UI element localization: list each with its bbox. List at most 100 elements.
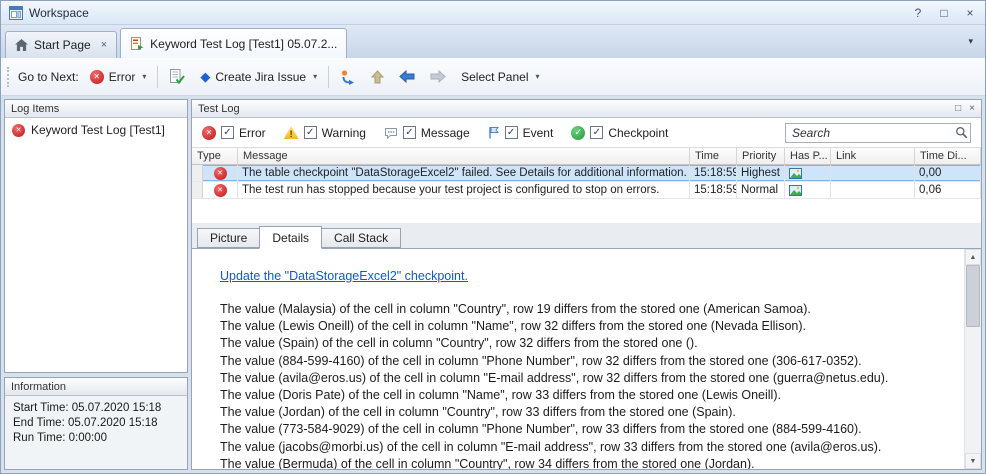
test-log-title: Test Log	[198, 103, 240, 115]
jump-arrow-icon	[340, 69, 356, 85]
tab-close-icon[interactable]: ×	[101, 39, 107, 51]
event-flag-icon	[488, 126, 500, 139]
message-checkbox[interactable]: ✓	[403, 126, 416, 139]
column-header-time[interactable]: Time	[690, 148, 737, 164]
tab-keyword-test-log[interactable]: Keyword Test Log [Test1] 05.07.2...	[120, 28, 347, 58]
select-panel-button[interactable]: Select Panel ▾	[457, 67, 543, 87]
error-button-label: Error	[109, 70, 136, 84]
window-title: Workspace	[29, 6, 89, 20]
time-cell: 15:18:59	[690, 182, 737, 198]
tab-details[interactable]: Details	[259, 226, 322, 249]
detail-line: The value (Jordan) of the cell in column…	[220, 404, 941, 421]
information-panel: Information Start Time: 05.07.2020 15:18…	[4, 377, 188, 470]
filter-label: Warning	[322, 126, 366, 140]
row-indicator	[192, 165, 203, 181]
tree-item-keyword-test-log[interactable]: ✕ Keyword Test Log [Test1]	[8, 122, 184, 138]
start-time-text: Start Time: 05.07.2020 15:18	[13, 402, 179, 414]
detail-line: The value (884-599-4160) of the cell in …	[220, 353, 941, 370]
error-icon: ✕	[214, 167, 227, 180]
vertical-scrollbar[interactable]: ▲ ▼	[964, 249, 981, 469]
warning-checkbox[interactable]: ✓	[304, 126, 317, 139]
message-cell: The table checkpoint "DataStorageExcel2"…	[238, 165, 690, 181]
scrollbar-thumb[interactable]	[966, 265, 980, 327]
navigate-forward-button[interactable]	[426, 67, 450, 86]
goto-next-label: Go to Next:	[18, 70, 79, 84]
log-table-empty-area	[192, 199, 981, 223]
content-area: Log Items ✕ Keyword Test Log [Test1] Inf…	[1, 96, 985, 473]
picture-icon	[789, 185, 802, 196]
filter-event: ✓ Event	[488, 126, 554, 140]
goto-failure-button[interactable]	[336, 66, 360, 88]
tab-picture[interactable]: Picture	[197, 228, 260, 248]
goto-next-error-button[interactable]: ✕ Error ▾	[86, 67, 151, 87]
error-checkbox[interactable]: ✓	[221, 126, 234, 139]
search-icon[interactable]	[955, 126, 968, 139]
log-toolbar: Go to Next: ✕ Error ▾ ◆ Create Jira Issu…	[1, 58, 985, 96]
column-header-priority[interactable]: Priority	[737, 148, 785, 164]
test-log-header: Test Log □ ×	[192, 100, 981, 118]
column-header-link[interactable]: Link	[831, 148, 915, 164]
column-header-has-picture[interactable]: Has P...	[785, 148, 831, 164]
create-jira-label: Create Jira Issue	[215, 70, 306, 84]
test-log-icon	[130, 37, 144, 51]
tab-start-page[interactable]: Start Page ×	[5, 31, 117, 58]
priority-cell: Normal	[737, 182, 785, 198]
detail-line: The value (Lewis Oneill) of the cell in …	[220, 318, 941, 335]
float-panel-icon[interactable]: □	[955, 103, 961, 114]
scroll-down-icon[interactable]: ▼	[965, 453, 981, 469]
scrollbar-track[interactable]	[965, 327, 981, 453]
tab-label: Keyword Test Log [Test1] 05.07.2...	[150, 37, 337, 51]
row-indicator	[192, 182, 203, 198]
column-header-type[interactable]: Type	[192, 148, 238, 164]
workspace-icon	[9, 6, 23, 20]
column-header-message[interactable]: Message	[238, 148, 690, 164]
filter-error: ✕ ✓ Error	[202, 126, 266, 140]
has-picture-cell	[785, 182, 831, 198]
help-button[interactable]: ?	[911, 6, 925, 20]
up-one-level-button[interactable]	[367, 67, 388, 87]
time-cell: 15:18:59	[690, 165, 737, 181]
scroll-up-icon[interactable]: ▲	[965, 249, 981, 265]
test-log-panel: Test Log □ × ✕ ✓ Error ! ✓	[191, 99, 982, 470]
document-tab-bar: Start Page × Keyword Test Log [Test1] 05…	[1, 25, 985, 58]
close-button[interactable]: ×	[963, 6, 977, 20]
back-arrow-icon	[399, 70, 415, 83]
filter-message: ✓ Message	[384, 126, 470, 140]
filter-label: Error	[239, 126, 266, 140]
type-cell: ✕	[192, 165, 238, 181]
search-input[interactable]	[785, 123, 971, 143]
information-title: Information	[11, 381, 66, 393]
maximize-button[interactable]: □	[937, 6, 951, 20]
log-items-header: Log Items	[5, 100, 187, 118]
post-issue-button[interactable]	[165, 66, 189, 88]
event-checkbox[interactable]: ✓	[505, 126, 518, 139]
time-diff-cell: 0,06	[915, 182, 981, 198]
title-bar: Workspace ? □ ×	[1, 1, 985, 25]
picture-icon	[789, 168, 802, 179]
warning-icon: !	[284, 126, 299, 139]
detail-line: The value (jacobs@morbi.us) of the cell …	[220, 439, 941, 456]
checkpoint-icon: ✓	[571, 126, 585, 140]
close-panel-icon[interactable]: ×	[969, 103, 975, 114]
create-jira-issue-button[interactable]: ◆ Create Jira Issue ▾	[196, 67, 321, 87]
jira-icon: ◆	[200, 70, 210, 83]
workspace-window: Workspace ? □ × Start Page ×	[0, 0, 986, 474]
toolbar-grip[interactable]	[7, 67, 9, 87]
time-diff-cell: 0,00	[915, 165, 981, 181]
column-header-time-diff[interactable]: Time Di...	[915, 148, 981, 164]
navigate-back-button[interactable]	[395, 67, 419, 86]
main-column: Test Log □ × ✕ ✓ Error ! ✓	[191, 99, 982, 470]
tab-list-dropdown-icon[interactable]: ▾	[960, 36, 981, 47]
update-checkpoint-link[interactable]: Update the "DataStorageExcel2" checkpoin…	[220, 269, 468, 283]
error-icon: ✕	[214, 184, 227, 197]
details-pane: Update the "DataStorageExcel2" checkpoin…	[192, 249, 981, 469]
link-cell	[831, 182, 915, 198]
log-items-title: Log Items	[11, 103, 59, 115]
tab-call-stack[interactable]: Call Stack	[321, 228, 401, 248]
filter-bar: ✕ ✓ Error ! ✓ Warning	[192, 118, 981, 148]
home-icon	[15, 39, 28, 51]
select-panel-label: Select Panel	[461, 70, 528, 84]
table-row[interactable]: ✕ The test run has stopped because your …	[192, 182, 981, 199]
table-row[interactable]: ✕ The table checkpoint "DataStorageExcel…	[192, 165, 981, 182]
checkpoint-checkbox[interactable]: ✓	[590, 126, 603, 139]
